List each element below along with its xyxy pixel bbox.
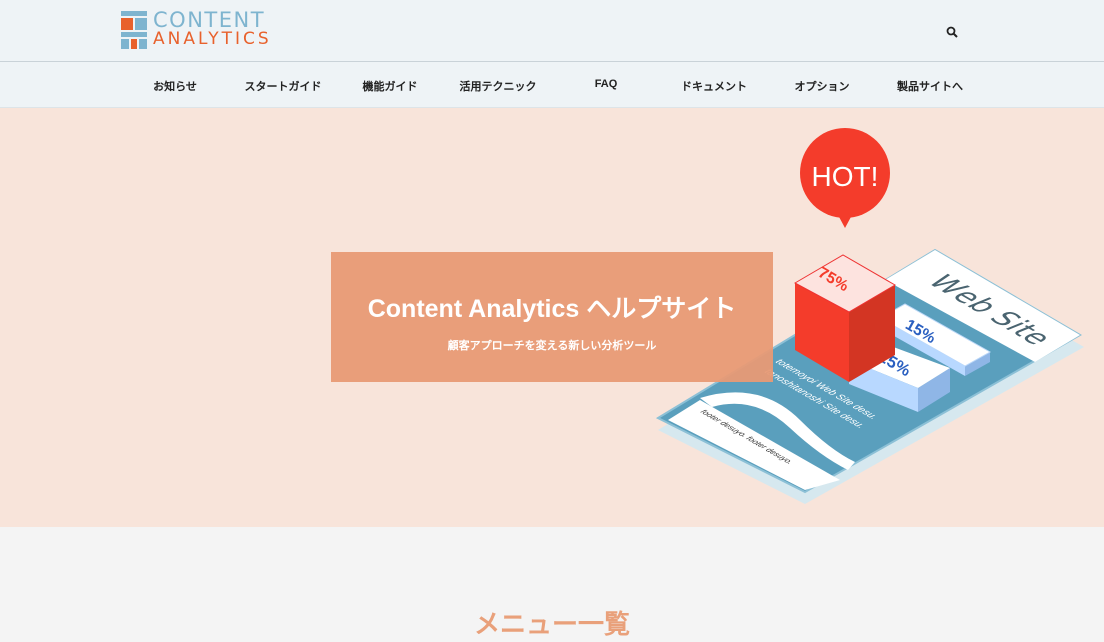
logo-line2: ANALYTICS	[153, 29, 272, 49]
hero-title: Content Analytics ヘルプサイト	[367, 295, 737, 323]
site-header: CONTENT ANALYTICS	[0, 0, 1104, 62]
nav-item-options[interactable]: オプション	[795, 78, 850, 94]
nav-item-faq[interactable]: FAQ	[595, 78, 618, 90]
logo-line1: CONTENT	[153, 8, 266, 32]
search-icon[interactable]	[946, 25, 958, 43]
nav-item-product-site[interactable]: 製品サイトへ	[897, 78, 963, 94]
nav-item-news[interactable]: お知らせ	[153, 78, 197, 94]
hero-subtitle: 顧客アプローチを変える新しい分析ツール	[447, 340, 657, 352]
hero-banner: Web Site totemoyoi Web Site desu. tanosh…	[0, 108, 1104, 527]
hero-title-box: Content Analytics ヘルプサイト 顧客アプローチを変える新しい分…	[331, 252, 773, 382]
nav-item-feature-guide[interactable]: 機能ガイド	[363, 78, 418, 94]
logo-icon	[121, 11, 147, 49]
svg-text:HOT!: HOT!	[812, 161, 879, 192]
hot-badge: HOT!	[800, 128, 890, 228]
nav-item-start-guide[interactable]: スタートガイド	[245, 78, 322, 94]
nav-item-documents[interactable]: ドキュメント	[681, 78, 747, 94]
nav-item-techniques[interactable]: 活用テクニック	[460, 78, 537, 94]
logo[interactable]: CONTENT ANALYTICS	[121, 8, 272, 49]
main-nav: お知らせ スタートガイド 機能ガイド 活用テクニック FAQ ドキュメント オプ…	[0, 62, 1104, 108]
section-title: メニュー一覧	[473, 609, 630, 639]
